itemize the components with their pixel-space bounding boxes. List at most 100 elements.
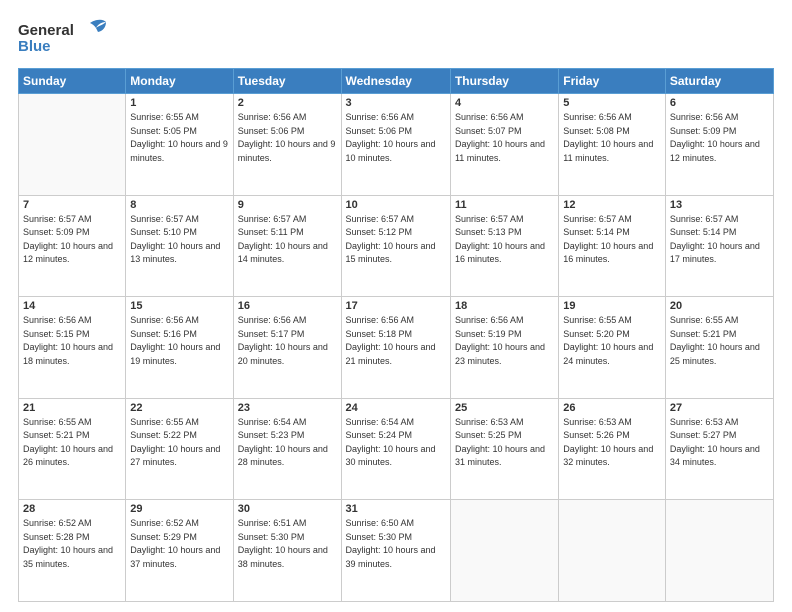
day-info: Sunrise: 6:56 AMSunset: 5:08 PMDaylight:… bbox=[563, 111, 661, 165]
weekday-header-saturday: Saturday bbox=[665, 69, 773, 94]
logo: GeneralBlue bbox=[18, 18, 108, 58]
weekday-header-sunday: Sunday bbox=[19, 69, 126, 94]
calendar-cell: 14 Sunrise: 6:56 AMSunset: 5:15 PMDayligh… bbox=[19, 297, 126, 399]
day-info: Sunrise: 6:56 AMSunset: 5:17 PMDaylight:… bbox=[238, 314, 337, 368]
day-number: 18 bbox=[455, 300, 554, 312]
calendar-cell: 11 Sunrise: 6:57 AMSunset: 5:13 PMDayligh… bbox=[450, 195, 558, 297]
day-number: 12 bbox=[563, 199, 661, 211]
day-number: 15 bbox=[130, 300, 228, 312]
calendar-cell: 27Sunrise: 6:53 AMSunset: 5:27 PMDayligh… bbox=[665, 398, 773, 500]
calendar-cell: 21 Sunrise: 6:55 AMSunset: 5:21 PMDayligh… bbox=[19, 398, 126, 500]
calendar-cell bbox=[19, 94, 126, 196]
calendar-week-3: 21 Sunrise: 6:55 AMSunset: 5:21 PMDayligh… bbox=[19, 398, 774, 500]
weekday-header-thursday: Thursday bbox=[450, 69, 558, 94]
day-info: Sunrise: 6:56 AMSunset: 5:09 PMDaylight:… bbox=[670, 111, 769, 165]
day-info: Sunrise: 6:56 AMSunset: 5:15 PMDaylight:… bbox=[23, 314, 121, 368]
calendar-table: SundayMondayTuesdayWednesdayThursdayFrid… bbox=[18, 68, 774, 602]
calendar-cell: 26 Sunrise: 6:53 AMSunset: 5:26 PMDayligh… bbox=[559, 398, 666, 500]
day-number: 28 bbox=[23, 503, 121, 515]
day-number: 11 bbox=[455, 199, 554, 211]
day-number: 6 bbox=[670, 97, 769, 109]
logo-svg: GeneralBlue bbox=[18, 18, 108, 58]
calendar-cell: 28Sunrise: 6:52 AMSunset: 5:28 PMDayligh… bbox=[19, 500, 126, 602]
day-number: 13 bbox=[670, 199, 769, 211]
calendar: SundayMondayTuesdayWednesdayThursdayFrid… bbox=[18, 68, 774, 602]
day-info: Sunrise: 6:57 AMSunset: 5:10 PMDaylight:… bbox=[130, 213, 228, 267]
day-number: 26 bbox=[563, 402, 661, 414]
day-info: Sunrise: 6:57 AMSunset: 5:14 PMDaylight:… bbox=[670, 213, 769, 267]
day-info: Sunrise: 6:55 AMSunset: 5:21 PMDaylight:… bbox=[23, 416, 121, 470]
page-container: GeneralBlue SundayMondayTuesdayWednesday… bbox=[0, 0, 792, 612]
day-number: 7 bbox=[23, 199, 121, 211]
day-info: Sunrise: 6:52 AMSunset: 5:29 PMDaylight:… bbox=[130, 517, 228, 571]
day-number: 23 bbox=[238, 402, 337, 414]
calendar-cell: 4Sunrise: 6:56 AMSunset: 5:07 PMDaylight… bbox=[450, 94, 558, 196]
calendar-cell: 2Sunrise: 6:56 AMSunset: 5:06 PMDaylight… bbox=[233, 94, 341, 196]
calendar-cell: 30 Sunrise: 6:51 AMSunset: 5:30 PMDayligh… bbox=[233, 500, 341, 602]
calendar-cell: 1Sunrise: 6:55 AMSunset: 5:05 PMDaylight… bbox=[126, 94, 233, 196]
calendar-cell: 29 Sunrise: 6:52 AMSunset: 5:29 PMDayligh… bbox=[126, 500, 233, 602]
day-number: 3 bbox=[346, 97, 446, 109]
weekday-header-wednesday: Wednesday bbox=[341, 69, 450, 94]
calendar-cell bbox=[665, 500, 773, 602]
calendar-cell: 23 Sunrise: 6:54 AMSunset: 5:23 PMDayligh… bbox=[233, 398, 341, 500]
calendar-cell: 31 Sunrise: 6:50 AMSunset: 5:30 PMDayligh… bbox=[341, 500, 450, 602]
day-number: 8 bbox=[130, 199, 228, 211]
day-info: Sunrise: 6:51 AMSunset: 5:30 PMDaylight:… bbox=[238, 517, 337, 571]
day-info: Sunrise: 6:56 AMSunset: 5:06 PMDaylight:… bbox=[346, 111, 446, 165]
calendar-week-2: 14 Sunrise: 6:56 AMSunset: 5:15 PMDayligh… bbox=[19, 297, 774, 399]
calendar-cell bbox=[450, 500, 558, 602]
day-info: Sunrise: 6:54 AMSunset: 5:24 PMDaylight:… bbox=[346, 416, 446, 470]
day-info: Sunrise: 6:54 AMSunset: 5:23 PMDaylight:… bbox=[238, 416, 337, 470]
day-number: 19 bbox=[563, 300, 661, 312]
day-info: Sunrise: 6:50 AMSunset: 5:30 PMDaylight:… bbox=[346, 517, 446, 571]
day-number: 1 bbox=[130, 97, 228, 109]
calendar-week-1: 7 Sunrise: 6:57 AMSunset: 5:09 PMDaylight… bbox=[19, 195, 774, 297]
day-number: 22 bbox=[130, 402, 228, 414]
calendar-cell: 8 Sunrise: 6:57 AMSunset: 5:10 PMDaylight… bbox=[126, 195, 233, 297]
day-info: Sunrise: 6:56 AMSunset: 5:16 PMDaylight:… bbox=[130, 314, 228, 368]
calendar-week-0: 1Sunrise: 6:55 AMSunset: 5:05 PMDaylight… bbox=[19, 94, 774, 196]
day-number: 30 bbox=[238, 503, 337, 515]
day-number: 21 bbox=[23, 402, 121, 414]
calendar-cell: 17 Sunrise: 6:56 AMSunset: 5:18 PMDayligh… bbox=[341, 297, 450, 399]
day-info: Sunrise: 6:53 AMSunset: 5:26 PMDaylight:… bbox=[563, 416, 661, 470]
calendar-cell: 16 Sunrise: 6:56 AMSunset: 5:17 PMDayligh… bbox=[233, 297, 341, 399]
day-info: Sunrise: 6:57 AMSunset: 5:13 PMDaylight:… bbox=[455, 213, 554, 267]
calendar-header: SundayMondayTuesdayWednesdayThursdayFrid… bbox=[19, 69, 774, 94]
calendar-cell: 5 Sunrise: 6:56 AMSunset: 5:08 PMDaylight… bbox=[559, 94, 666, 196]
calendar-cell: 22 Sunrise: 6:55 AMSunset: 5:22 PMDayligh… bbox=[126, 398, 233, 500]
day-number: 14 bbox=[23, 300, 121, 312]
svg-text:Blue: Blue bbox=[18, 38, 51, 55]
calendar-cell: 19 Sunrise: 6:55 AMSunset: 5:20 PMDayligh… bbox=[559, 297, 666, 399]
calendar-cell: 12 Sunrise: 6:57 AMSunset: 5:14 PMDayligh… bbox=[559, 195, 666, 297]
day-number: 29 bbox=[130, 503, 228, 515]
calendar-cell: 9Sunrise: 6:57 AMSunset: 5:11 PMDaylight… bbox=[233, 195, 341, 297]
day-info: Sunrise: 6:53 AMSunset: 5:25 PMDaylight:… bbox=[455, 416, 554, 470]
weekday-header-row: SundayMondayTuesdayWednesdayThursdayFrid… bbox=[19, 69, 774, 94]
calendar-body: 1Sunrise: 6:55 AMSunset: 5:05 PMDaylight… bbox=[19, 94, 774, 602]
day-info: Sunrise: 6:55 AMSunset: 5:22 PMDaylight:… bbox=[130, 416, 228, 470]
weekday-header-monday: Monday bbox=[126, 69, 233, 94]
day-number: 16 bbox=[238, 300, 337, 312]
day-info: Sunrise: 6:57 AMSunset: 5:09 PMDaylight:… bbox=[23, 213, 121, 267]
weekday-header-friday: Friday bbox=[559, 69, 666, 94]
calendar-cell: 25 Sunrise: 6:53 AMSunset: 5:25 PMDayligh… bbox=[450, 398, 558, 500]
day-info: Sunrise: 6:57 AMSunset: 5:12 PMDaylight:… bbox=[346, 213, 446, 267]
calendar-cell bbox=[559, 500, 666, 602]
day-number: 9 bbox=[238, 199, 337, 211]
day-info: Sunrise: 6:57 AMSunset: 5:14 PMDaylight:… bbox=[563, 213, 661, 267]
day-number: 25 bbox=[455, 402, 554, 414]
day-info: Sunrise: 6:55 AMSunset: 5:20 PMDaylight:… bbox=[563, 314, 661, 368]
day-info: Sunrise: 6:56 AMSunset: 5:18 PMDaylight:… bbox=[346, 314, 446, 368]
day-info: Sunrise: 6:56 AMSunset: 5:06 PMDaylight:… bbox=[238, 111, 337, 165]
day-number: 5 bbox=[563, 97, 661, 109]
day-number: 10 bbox=[346, 199, 446, 211]
day-number: 24 bbox=[346, 402, 446, 414]
calendar-cell: 24 Sunrise: 6:54 AMSunset: 5:24 PMDayligh… bbox=[341, 398, 450, 500]
day-info: Sunrise: 6:56 AMSunset: 5:07 PMDaylight:… bbox=[455, 111, 554, 165]
day-info: Sunrise: 6:55 AMSunset: 5:21 PMDaylight:… bbox=[670, 314, 769, 368]
day-number: 31 bbox=[346, 503, 446, 515]
calendar-cell: 13 Sunrise: 6:57 AMSunset: 5:14 PMDayligh… bbox=[665, 195, 773, 297]
day-number: 17 bbox=[346, 300, 446, 312]
